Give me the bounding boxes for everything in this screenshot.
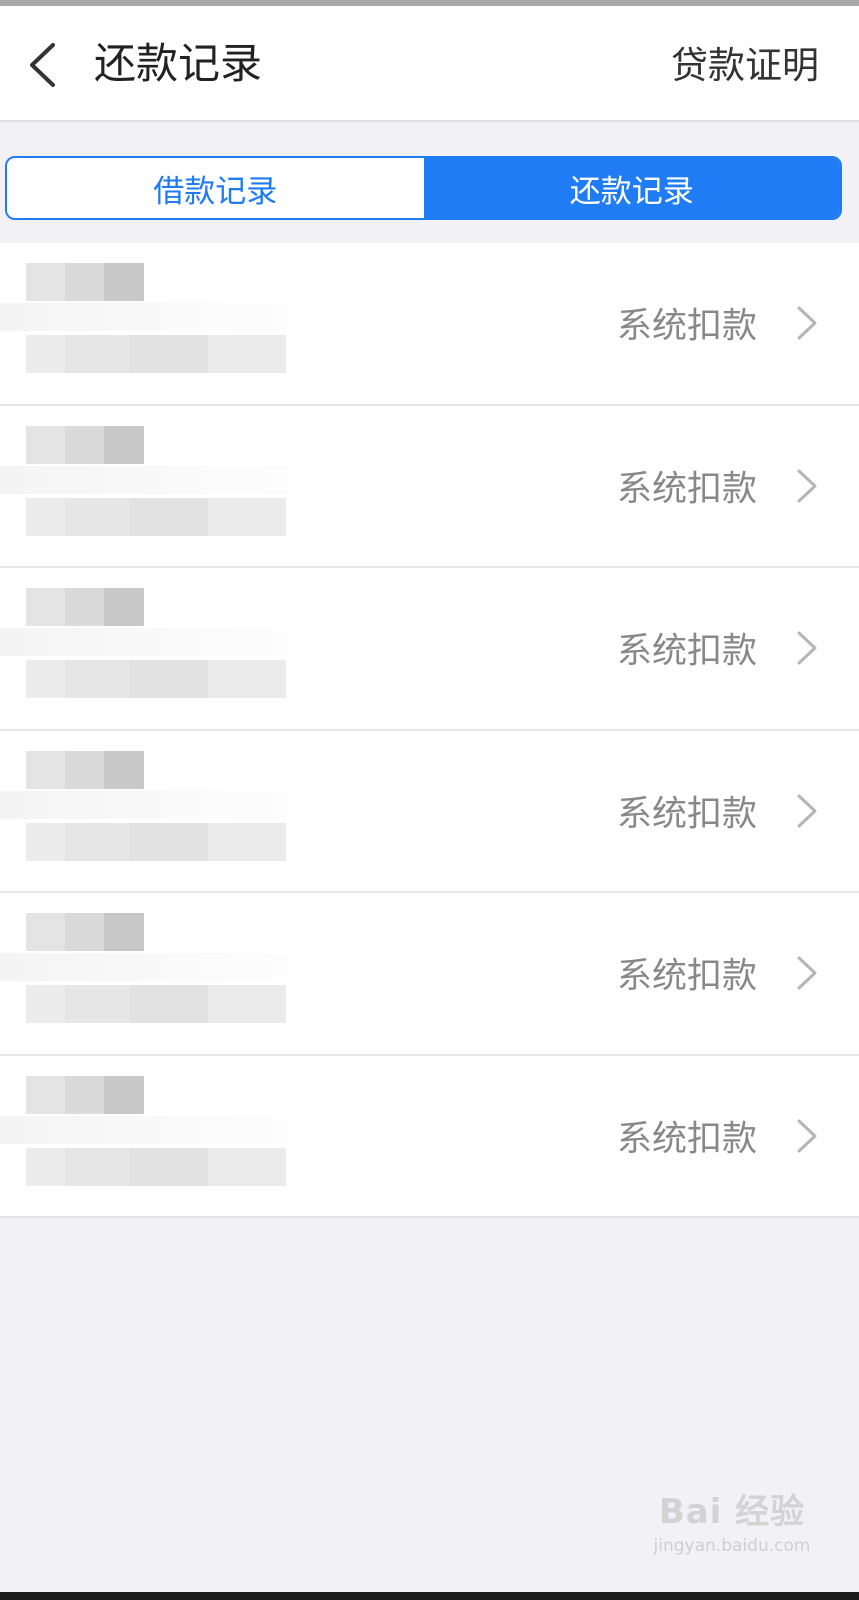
redaction-fade xyxy=(0,465,340,494)
redacted-amount xyxy=(26,425,144,464)
list-item[interactable]: 系统扣款 xyxy=(0,243,859,406)
nav-header: 还款记录 贷款证明 xyxy=(0,6,859,122)
redacted-record-info xyxy=(0,416,360,556)
redaction-fade xyxy=(0,628,340,656)
list-item[interactable]: 系统扣款 xyxy=(0,893,859,1056)
redacted-amount xyxy=(26,913,144,951)
chevron-right-icon xyxy=(793,628,821,668)
redacted-record-info xyxy=(0,253,360,393)
chevron-right-icon xyxy=(793,791,821,831)
loan-certificate-link[interactable]: 贷款证明 xyxy=(671,40,819,92)
redacted-record-info xyxy=(0,741,360,881)
redacted-date xyxy=(26,822,286,861)
repayment-list: 系统扣款 系统扣款 系统扣款 系统扣款 系统扣款 系统扣款 xyxy=(0,243,859,1218)
watermark-brand: Bai 经验 xyxy=(658,1492,806,1532)
status-label: 系统扣款 xyxy=(616,1119,757,1160)
chevron-right-icon xyxy=(793,953,821,993)
redacted-amount xyxy=(26,588,144,626)
page-title: 还款记录 xyxy=(94,39,263,88)
redacted-date xyxy=(26,497,286,536)
redacted-date xyxy=(26,1147,286,1186)
list-item[interactable]: 系统扣款 xyxy=(0,1056,859,1218)
list-item[interactable]: 系统扣款 xyxy=(0,406,859,568)
status-label: 系统扣款 xyxy=(616,469,757,510)
chevron-right-icon xyxy=(793,1116,821,1156)
chevron-right-icon xyxy=(793,466,821,506)
list-item[interactable]: 系统扣款 xyxy=(0,568,859,731)
status-label: 系统扣款 xyxy=(616,631,757,672)
redacted-record-info xyxy=(0,1066,360,1206)
bottom-bar-strip xyxy=(0,1592,859,1600)
list-item[interactable]: 系统扣款 xyxy=(0,731,859,893)
status-label: 系统扣款 xyxy=(616,306,757,347)
record-tabs: 借款记录 还款记录 xyxy=(5,156,842,220)
status-label: 系统扣款 xyxy=(616,956,757,997)
watermark-url: jingyan.baidu.com xyxy=(653,1536,811,1556)
tab-borrow-records[interactable]: 借款记录 xyxy=(7,158,424,218)
redacted-amount xyxy=(26,263,144,301)
status-label: 系统扣款 xyxy=(616,794,757,835)
redaction-fade xyxy=(0,953,340,981)
redaction-fade xyxy=(0,1115,340,1144)
redacted-amount xyxy=(26,750,144,789)
redacted-date xyxy=(26,660,286,698)
back-button[interactable] xyxy=(14,30,70,100)
redaction-fade xyxy=(0,303,340,331)
redacted-record-info xyxy=(0,578,360,718)
chevron-left-icon xyxy=(30,43,55,87)
baidu-jingyan-watermark: Bai 经验 jingyan.baidu.com xyxy=(647,1490,817,1568)
redacted-date xyxy=(26,985,286,1023)
redacted-record-info xyxy=(0,903,360,1043)
chevron-right-icon xyxy=(793,303,821,343)
redaction-fade xyxy=(0,790,340,819)
redacted-date xyxy=(26,335,286,373)
tab-repay-records[interactable]: 还款记录 xyxy=(423,158,840,218)
redacted-amount xyxy=(26,1075,144,1114)
